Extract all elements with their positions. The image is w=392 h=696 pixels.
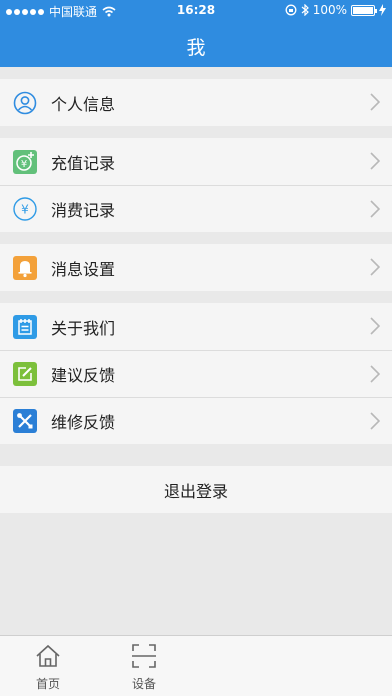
status-bar: 中国联通 16:28 100% xyxy=(0,0,392,22)
menu-item-suggestion-feedback[interactable]: 建议反馈 xyxy=(0,350,392,397)
menu-group-about: 关于我们 建议反馈 维修反馈 xyxy=(0,303,392,444)
menu-item-label: 建议反馈 xyxy=(51,366,116,385)
tab-bar: 首页 设备 xyxy=(0,635,392,696)
logout-button[interactable]: 退出登录 xyxy=(0,466,392,513)
bluetooth-icon xyxy=(301,4,309,16)
battery-icon xyxy=(351,4,377,16)
chevron-right-icon xyxy=(370,258,380,276)
chevron-right-icon xyxy=(370,412,380,430)
menu-item-label: 消息设置 xyxy=(51,259,116,279)
tab-label: 设备 xyxy=(131,677,156,691)
edit-icon xyxy=(12,361,38,387)
menu-group-messages: 消息设置 xyxy=(0,244,392,291)
battery-percent: 100% xyxy=(312,3,347,17)
tools-icon xyxy=(12,408,38,434)
chevron-right-icon xyxy=(370,93,380,111)
bell-icon xyxy=(12,255,38,281)
charging-icon xyxy=(379,4,386,16)
notepad-icon xyxy=(12,314,38,340)
menu-item-about-us[interactable]: 关于我们 xyxy=(0,303,392,350)
menu-item-repair-feedback[interactable]: 维修反馈 xyxy=(0,397,392,444)
lock-rotation-icon xyxy=(285,4,297,16)
svg-text:¥: ¥ xyxy=(21,159,27,170)
user-circle-icon xyxy=(12,90,38,116)
home-icon xyxy=(36,644,60,667)
tab-devices[interactable]: 设备 xyxy=(96,636,192,696)
menu-item-message-settings[interactable]: 消息设置 xyxy=(0,244,392,291)
menu-group-profile: 个人信息 xyxy=(0,79,392,126)
chevron-right-icon xyxy=(370,200,380,218)
tab-home[interactable]: 首页 xyxy=(0,636,96,696)
menu-item-consumption-records[interactable]: ¥ 消费记录 xyxy=(0,185,392,232)
menu-item-recharge-records[interactable]: ¥ 充值记录 xyxy=(0,138,392,185)
yen-circle-icon: ¥ xyxy=(12,196,38,222)
chevron-right-icon xyxy=(370,317,380,335)
svg-text:¥: ¥ xyxy=(21,203,29,217)
recharge-icon: ¥ xyxy=(12,149,38,175)
menu-item-personal-info[interactable]: 个人信息 xyxy=(0,79,392,126)
tab-label: 首页 xyxy=(35,677,60,691)
scan-icon xyxy=(132,644,156,668)
menu-item-label: 维修反馈 xyxy=(51,413,116,432)
chevron-right-icon xyxy=(370,365,380,383)
navigation-header: 中国联通 16:28 100% 我 xyxy=(0,0,392,67)
menu-item-label: 充值记录 xyxy=(51,153,116,173)
menu-item-label: 个人信息 xyxy=(51,94,116,114)
page-title: 我 xyxy=(186,37,206,59)
menu-group-records: ¥ 充值记录 ¥ 消费记录 xyxy=(0,138,392,232)
menu-item-label: 关于我们 xyxy=(51,318,116,338)
chevron-right-icon xyxy=(370,152,380,170)
menu-item-label: 消费记录 xyxy=(51,201,116,220)
